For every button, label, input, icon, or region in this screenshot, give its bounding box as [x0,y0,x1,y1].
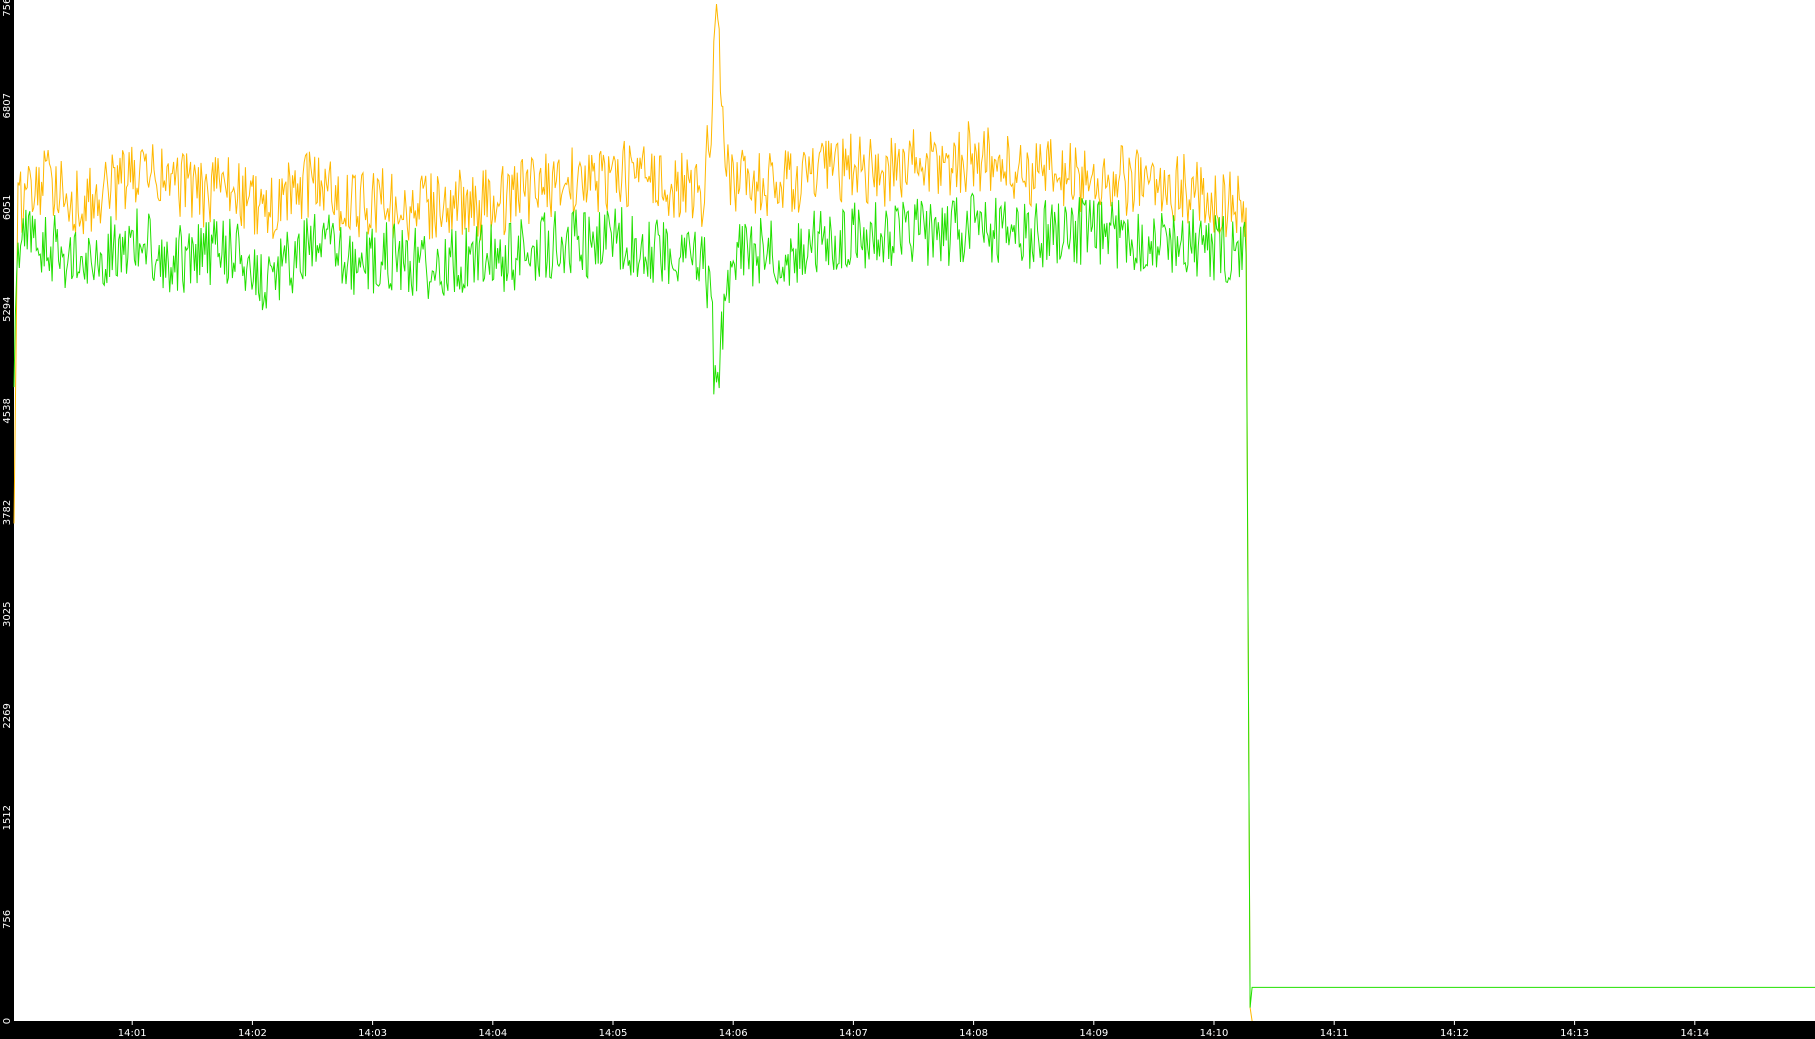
y-tick-label: 2269 [2,703,13,728]
y-tick-label: 6051 [2,195,13,220]
x-tick-label: 14:06 [719,1028,748,1039]
x-axis: 14:01 14:02 14:03 14:04 14:05 14:06 14:07 14:08… [118,1021,1709,1039]
x-tick-label: 14:09 [1079,1028,1108,1039]
x-tick-label: 14:04 [478,1028,507,1039]
y-tick-label: 5294 [2,296,13,321]
x-tick-label: 14:12 [1440,1028,1469,1039]
x-tick-label: 14:05 [599,1028,628,1039]
y-tick-label: 6807 [2,93,13,118]
x-tick-label: 14:13 [1560,1028,1589,1039]
y-tick-label: 7564 [2,0,13,17]
y-tick-label: 3025 [2,602,13,627]
x-tick-label: 14:14 [1680,1028,1709,1039]
y-tick-label: 1512 [2,805,13,830]
x-tick-label: 14:03 [358,1028,387,1039]
y-tick-label: 4538 [2,398,13,423]
chart: 0 756 1512 2269 3025 3782 4538 5294 6051 6807 7564… [0,0,1815,1039]
y-tick-label: 3782 [2,500,13,525]
x-tick-label: 14:11 [1320,1028,1349,1039]
x-tick-label: 14:10 [1200,1028,1229,1039]
x-tick-label: 14:07 [839,1028,868,1039]
y-axis: 0 756 1512 2269 3025 3782 4538 5294 6051 6807 7564 [2,0,13,1024]
x-tick-label: 14:02 [238,1028,267,1039]
line-chart: 0 756 1512 2269 3025 3782 4538 5294 6051 6807 7564… [2,0,1815,1039]
y-tick-label: 756 [2,910,13,929]
x-tick-label: 14:08 [959,1028,988,1039]
y-tick-label: 0 [2,1018,13,1024]
x-tick-label: 14:01 [118,1028,147,1039]
